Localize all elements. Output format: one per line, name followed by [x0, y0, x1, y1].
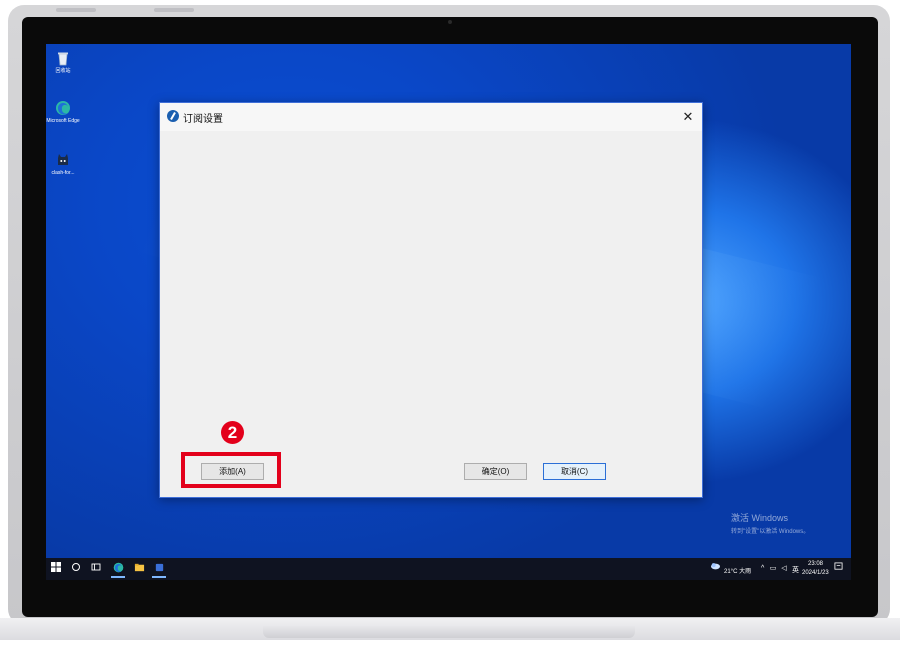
dialog-title: 订阅设置	[183, 114, 223, 125]
start-button[interactable]	[49, 562, 63, 576]
edge-icon	[55, 100, 71, 116]
taskbar-clash[interactable]	[152, 562, 166, 578]
notification-center-icon[interactable]	[832, 562, 844, 576]
desktop-icon-clash[interactable]: clash-for...	[46, 152, 80, 176]
device-button	[154, 8, 194, 12]
folder-icon	[134, 563, 144, 572]
clash-app-icon	[155, 563, 163, 572]
device-button	[56, 8, 96, 12]
weather-icon	[709, 562, 721, 576]
highlight-box	[181, 452, 281, 488]
activate-windows-watermark: 激活 Windows	[731, 513, 789, 523]
clock-time[interactable]: 23:08	[808, 561, 823, 567]
desktop-icon-recycle-bin[interactable]: 回收站	[46, 50, 80, 74]
search-circle-icon	[72, 563, 80, 571]
ok-button[interactable]: 确定(O)	[464, 463, 527, 480]
desktop-icon-label: 回收站	[55, 68, 71, 74]
close-button[interactable]: ✕	[678, 107, 698, 127]
task-view-button[interactable]	[89, 562, 103, 576]
search-button[interactable]	[69, 562, 83, 576]
taskbar-file-explorer[interactable]	[132, 562, 146, 576]
activate-windows-hint: 转到"设置"以激活 Windows。	[731, 529, 810, 535]
desktop: 回收站 Microsoft Edge clash-for... 订阅设置 ✕ 添…	[46, 44, 851, 580]
taskbar-edge[interactable]	[111, 562, 125, 578]
camera	[448, 20, 452, 24]
desktop-icon-edge[interactable]: Microsoft Edge	[46, 100, 80, 124]
recycle-bin-icon	[55, 50, 71, 66]
weather-text[interactable]: 21°C 大雨	[724, 566, 751, 575]
dialog-titlebar[interactable]: 订阅设置 ✕	[160, 103, 702, 131]
desktop-icon-label: clash-for...	[51, 170, 75, 176]
tray-overflow-arrow[interactable]: ^	[761, 565, 764, 572]
task-view-icon	[91, 563, 101, 571]
network-icon[interactable]: ▭	[768, 562, 778, 576]
clock-date[interactable]: 2024/1/23	[802, 570, 829, 576]
windows-logo-icon	[51, 562, 61, 572]
ime-indicator[interactable]: 英	[792, 565, 799, 575]
device-hinge	[263, 626, 635, 638]
desktop-icon-label: Microsoft Edge	[46, 118, 80, 124]
app-logo-icon	[167, 110, 179, 122]
edge-icon	[113, 562, 123, 573]
cancel-button[interactable]: 取消(C)	[543, 463, 606, 480]
step-marker: 2	[221, 421, 244, 444]
clash-cat-icon	[55, 152, 71, 168]
taskbar: 21°C 大雨 ^ ▭ ◁ 英 23:08 2024/1/23	[46, 558, 851, 580]
volume-icon[interactable]: ◁	[779, 562, 789, 576]
